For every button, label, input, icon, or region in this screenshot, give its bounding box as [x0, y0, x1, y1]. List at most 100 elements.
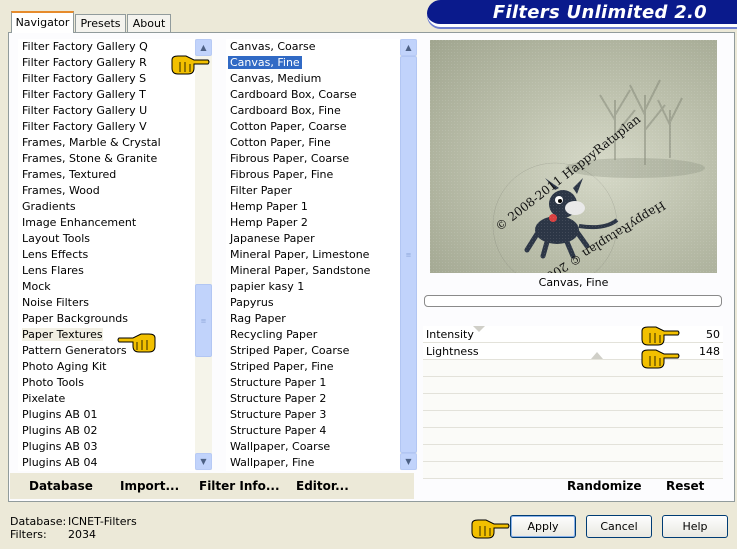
- list-item[interactable]: Structure Paper 3: [226, 407, 401, 423]
- list-item[interactable]: Striped Paper, Fine: [226, 359, 401, 375]
- slider-empty: [423, 462, 723, 479]
- list-item[interactable]: Lens Effects: [18, 247, 196, 263]
- list-item[interactable]: Plugins AB 03: [18, 439, 196, 455]
- cancel-button[interactable]: Cancel: [586, 515, 652, 538]
- list-item-label: Japanese Paper: [230, 232, 315, 245]
- list-item[interactable]: Hemp Paper 1: [226, 199, 401, 215]
- slider-thumb[interactable]: [473, 326, 485, 332]
- list-item[interactable]: Photo Aging Kit: [18, 359, 196, 375]
- preview-image: [430, 40, 717, 273]
- list-item[interactable]: Paper Backgrounds: [18, 311, 196, 327]
- list-item[interactable]: Image Enhancement: [18, 215, 196, 231]
- pointing-hand-icon: [117, 333, 156, 353]
- list-item-label: Hemp Paper 2: [230, 216, 308, 229]
- list-item[interactable]: Canvas, Medium: [226, 71, 401, 87]
- tab-presets[interactable]: Presets: [75, 14, 126, 33]
- slider-label: Intensity: [426, 328, 474, 341]
- list-item[interactable]: Japanese Paper: [226, 231, 401, 247]
- list-item-label: Image Enhancement: [22, 216, 137, 229]
- list-item[interactable]: Cotton Paper, Coarse: [226, 119, 401, 135]
- list-item-label: Structure Paper 2: [230, 392, 327, 405]
- progress-bar: [424, 295, 722, 307]
- help-button[interactable]: Help: [662, 515, 728, 538]
- list-item[interactable]: Noise Filters: [18, 295, 196, 311]
- list-item-label: Gradients: [22, 200, 76, 213]
- list-item[interactable]: Paper Textures: [18, 327, 196, 343]
- tab-navigator[interactable]: Navigator: [11, 11, 74, 33]
- list-item-label: Cotton Paper, Coarse: [230, 120, 347, 133]
- list-item[interactable]: Structure Paper 2: [226, 391, 401, 407]
- list-item-label: Structure Paper 4: [230, 424, 327, 437]
- list-item-label: Noise Filters: [22, 296, 89, 309]
- apply-button[interactable]: Apply: [510, 515, 576, 538]
- reset-button[interactable]: Reset: [666, 479, 704, 493]
- slider-empty: [423, 394, 723, 411]
- list-item[interactable]: Structure Paper 1: [226, 375, 401, 391]
- list-item[interactable]: Structure Paper 4: [226, 423, 401, 439]
- list-item[interactable]: Wallpaper, Fine: [226, 455, 401, 471]
- list-item-label: Frames, Marble & Crystal: [22, 136, 161, 149]
- list-item[interactable]: Canvas, Fine: [226, 55, 401, 71]
- list-item[interactable]: Striped Paper, Coarse: [226, 343, 401, 359]
- list-item[interactable]: Frames, Stone & Granite: [18, 151, 196, 167]
- filter-scrollbar[interactable]: ▲ ≡ ▼: [400, 39, 417, 470]
- list-item[interactable]: Filter Paper: [226, 183, 401, 199]
- list-item[interactable]: Pixelate: [18, 391, 196, 407]
- list-item[interactable]: Gradients: [18, 199, 196, 215]
- list-item[interactable]: Hemp Paper 2: [226, 215, 401, 231]
- list-item[interactable]: Filter Factory Gallery Q: [18, 39, 196, 55]
- list-item[interactable]: Lens Flares: [18, 263, 196, 279]
- editor-button[interactable]: Editor...: [296, 479, 349, 493]
- slider-label: Lightness: [426, 345, 479, 358]
- list-item[interactable]: Fibrous Paper, Fine: [226, 167, 401, 183]
- list-item[interactable]: Cotton Paper, Fine: [226, 135, 401, 151]
- list-item-label: Hemp Paper 1: [230, 200, 308, 213]
- list-item[interactable]: Frames, Wood: [18, 183, 196, 199]
- list-item-label: Papyrus: [230, 296, 274, 309]
- randomize-button[interactable]: Randomize: [567, 479, 641, 493]
- list-item[interactable]: Pattern Generators: [18, 343, 196, 359]
- list-item[interactable]: Canvas, Coarse: [226, 39, 401, 55]
- list-item[interactable]: Fibrous Paper, Coarse: [226, 151, 401, 167]
- list-item[interactable]: Cardboard Box, Coarse: [226, 87, 401, 103]
- list-item-label: Plugins AB 03: [22, 440, 98, 453]
- list-item[interactable]: Photo Tools: [18, 375, 196, 391]
- list-item[interactable]: Plugins AB 04: [18, 455, 196, 471]
- list-item[interactable]: Filter Factory Gallery V: [18, 119, 196, 135]
- pointing-hand-icon: [641, 349, 680, 369]
- database-value: ICNET-Filters: [68, 515, 137, 528]
- scroll-thumb[interactable]: ≡: [195, 284, 212, 357]
- list-item[interactable]: Filter Factory Gallery U: [18, 103, 196, 119]
- import-button[interactable]: Import...: [120, 479, 179, 493]
- category-scrollbar[interactable]: ▲ ≡ ▼: [195, 39, 212, 470]
- list-item[interactable]: Papyrus: [226, 295, 401, 311]
- list-item-label: Filter Factory Gallery T: [22, 88, 146, 101]
- list-item[interactable]: Wallpaper, Coarse: [226, 439, 401, 455]
- list-item[interactable]: Mineral Paper, Sandstone: [226, 263, 401, 279]
- scroll-down-icon[interactable]: ▼: [195, 453, 212, 470]
- filters-label: Filters:: [10, 528, 47, 541]
- list-item-label: Filter Factory Gallery R: [22, 56, 147, 69]
- list-item[interactable]: Mineral Paper, Limestone: [226, 247, 401, 263]
- category-list[interactable]: Filter Factory Gallery Q Filter Factory G…: [18, 39, 196, 471]
- list-item[interactable]: papier kasy 1: [226, 279, 401, 295]
- list-item[interactable]: Layout Tools: [18, 231, 196, 247]
- list-item[interactable]: Mock: [18, 279, 196, 295]
- list-item[interactable]: Rag Paper: [226, 311, 401, 327]
- scroll-thumb[interactable]: ≡: [400, 56, 417, 453]
- filter-list[interactable]: Canvas, Coarse Canvas, Fine Canvas, Medium…: [226, 39, 401, 471]
- scroll-down-icon[interactable]: ▼: [400, 453, 417, 470]
- filter-info-button[interactable]: Filter Info...: [199, 479, 280, 493]
- list-item[interactable]: Plugins AB 01: [18, 407, 196, 423]
- tab-about[interactable]: About: [127, 14, 171, 33]
- list-item[interactable]: Filter Factory Gallery T: [18, 87, 196, 103]
- list-item[interactable]: Plugins AB 02: [18, 423, 196, 439]
- list-item[interactable]: Recycling Paper: [226, 327, 401, 343]
- list-item[interactable]: Frames, Marble & Crystal: [18, 135, 196, 151]
- list-item-label: Pixelate: [22, 392, 66, 405]
- database-button[interactable]: Database: [29, 479, 93, 493]
- list-item[interactable]: Cardboard Box, Fine: [226, 103, 401, 119]
- slider-thumb[interactable]: [591, 352, 603, 359]
- scroll-up-icon[interactable]: ▲: [400, 39, 417, 56]
- list-item[interactable]: Frames, Textured: [18, 167, 196, 183]
